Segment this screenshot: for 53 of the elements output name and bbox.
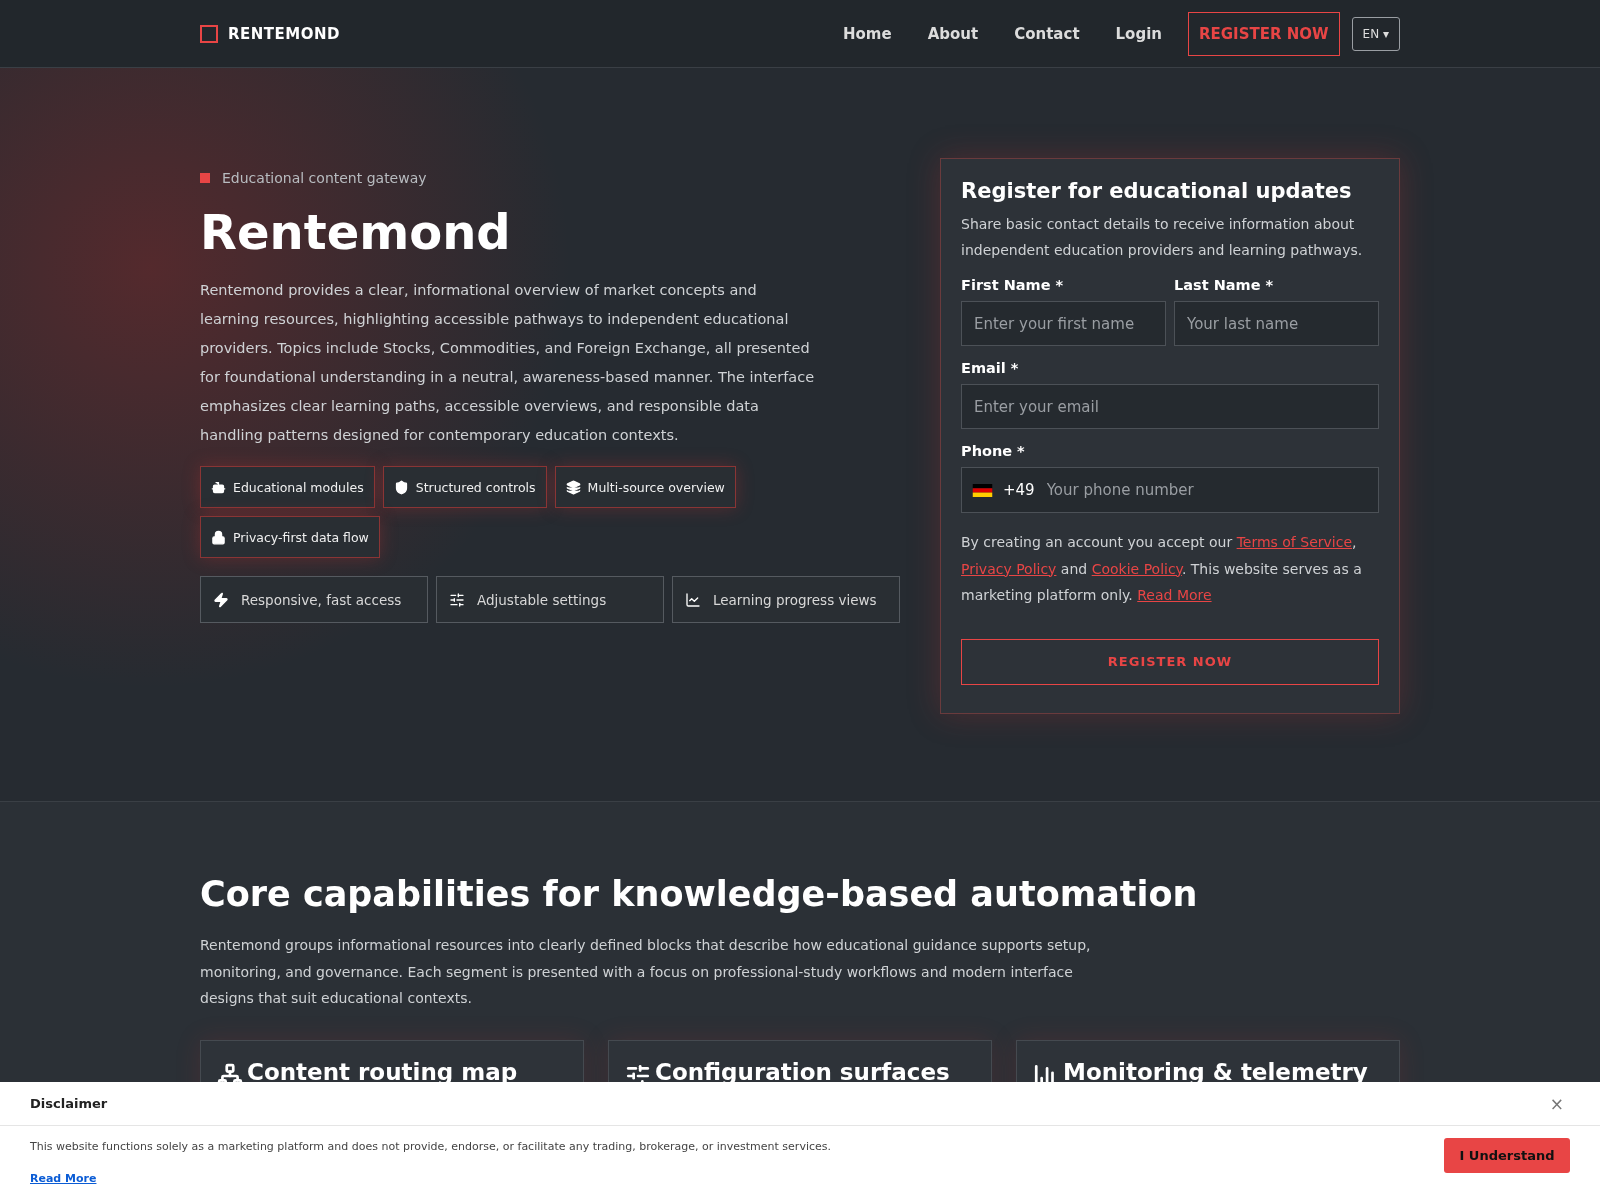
feature-tag: Educational modules (200, 466, 375, 508)
policy-link[interactable]: Privacy Policy (961, 560, 1057, 577)
phone-field[interactable]: +49 Your phone number (961, 467, 1379, 513)
flag-icon (972, 483, 993, 497)
field-label: Phone * (961, 443, 1026, 459)
square-bullet-icon (200, 173, 210, 183)
feature-item: Responsive, fast access (200, 576, 428, 623)
lightning-icon (213, 591, 229, 608)
email-input[interactable]: Enter your email (961, 384, 1379, 429)
feature-tag: Multi-source overview (554, 466, 736, 508)
section-description: Rentemond groups informational resources into clearly defined blocks that describe how educational guidance supports setup, monitoring, and governance. Each segment is presented with a focus on professional-study workflows and modern interface designs that suit educational contexts. (200, 936, 1092, 1008)
eyebrow-text: Educational content gateway (222, 170, 427, 186)
nav-link[interactable]: Home (843, 24, 892, 43)
understand-button[interactable]: I Understand (1444, 1138, 1570, 1173)
language-selector[interactable]: EN ▾ (1351, 16, 1400, 51)
section-title: Core capabilities for knowledge-based automation (200, 874, 1199, 914)
country-code: +49 (1003, 481, 1035, 499)
form-subtitle: Share basic contact details to receive information about independent education providers and learning pathways. (961, 215, 1364, 260)
brand-name: RENTEMOND (228, 24, 340, 43)
field-label: Email * (961, 360, 1020, 376)
close-button[interactable]: × (1543, 1092, 1570, 1115)
policy-link[interactable]: Read More (1137, 587, 1212, 603)
read-more-link[interactable]: Read More (30, 1172, 97, 1185)
last-name-input[interactable]: Your last name (1174, 301, 1379, 346)
register-now-button[interactable]: REGISTER NOW (1188, 11, 1340, 56)
card-title: Monitoring & telemetry (1063, 1058, 1368, 1085)
feature-tag: Privacy-first data flow (200, 516, 380, 558)
form-title: Register for educational updates (961, 179, 1353, 203)
logo-icon (200, 24, 218, 43)
consent-text: By creating an account you accept our Terms of Service, Privacy Policy and Cookie Policy. This website serves as a marketing platform only. Read More (961, 533, 1363, 605)
shield-icon (393, 479, 409, 495)
nav-link[interactable]: Contact (1014, 24, 1080, 43)
field-label: First Name * (961, 277, 1065, 293)
hero-title: Rentemond (200, 204, 512, 260)
field-label: Last Name * (1174, 277, 1275, 293)
line-chart-icon (685, 591, 701, 608)
phone-input[interactable]: Your phone number (1044, 480, 1368, 500)
feature-item: Learning progress views (672, 576, 900, 623)
nav-link[interactable]: About (927, 24, 979, 43)
hero-description: Rentemond provides a clear, informational overview of market concepts and learning resources, highlighting accessible pathways to independent educational providers. Topics include Stocks, Commodities, and Foreign Exchange, all presented for foundational understanding in a neutral, awareness-based manner. The interface emphasizes clear learning paths, accessible overviews, and responsible data handling patterns designed for contemporary education contexts. (200, 281, 816, 445)
first-name-input[interactable]: Enter your first name (961, 301, 1166, 346)
card-title: Configuration surfaces (655, 1058, 950, 1085)
feature-item: Adjustable settings (436, 576, 664, 623)
layers-icon (565, 479, 581, 495)
register-now-button[interactable]: REGISTER NOW (961, 638, 1379, 685)
policy-link[interactable]: Cookie Policy (1091, 560, 1182, 577)
sliders-icon (449, 591, 465, 608)
disclaimer-title: Disclaimer (30, 1096, 108, 1111)
policy-link[interactable]: Terms of Service (1236, 534, 1352, 550)
feature-tag: Structured controls (382, 466, 547, 508)
nav-link[interactable]: Login (1115, 24, 1162, 43)
card-title: Content routing map (247, 1058, 518, 1085)
disclaimer-text: This website functions solely as a marketing platform and does not provide, endorse, or facilitate any trading, brokerage, or investment services. (30, 1140, 831, 1153)
